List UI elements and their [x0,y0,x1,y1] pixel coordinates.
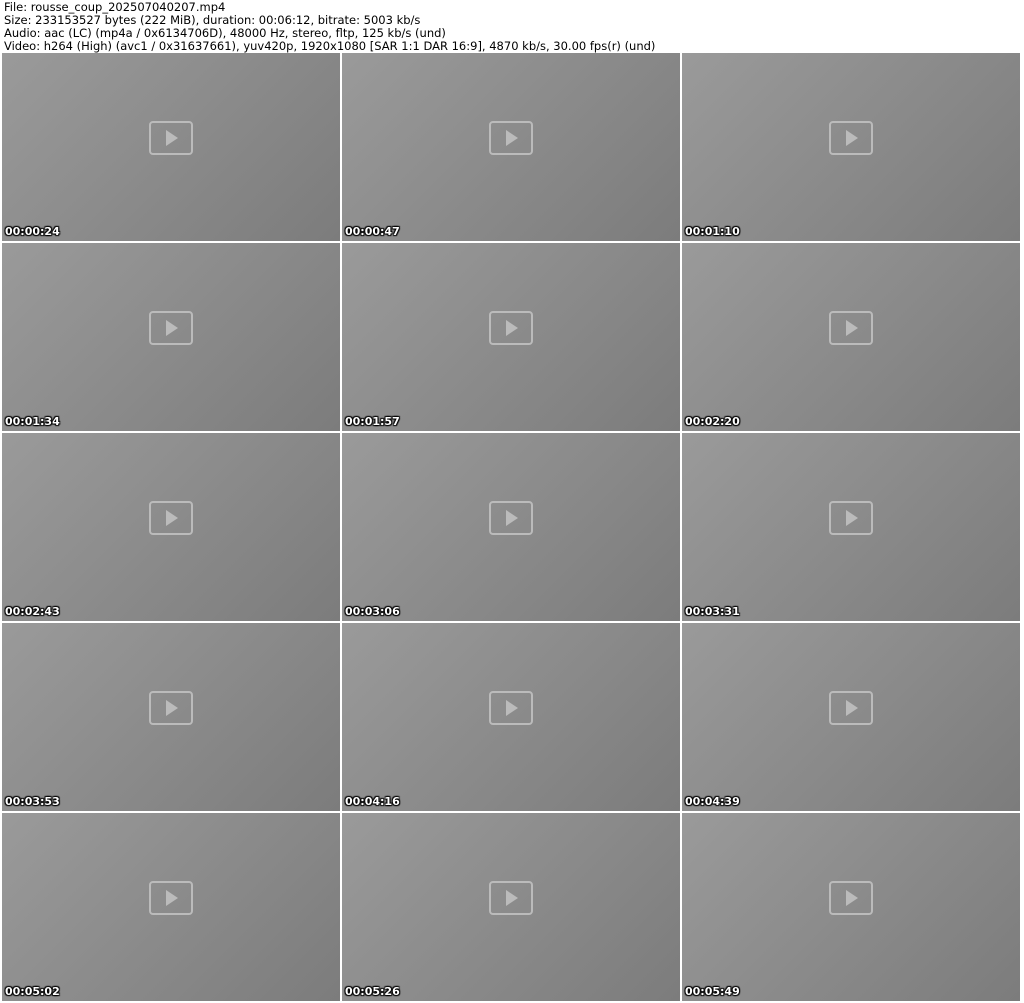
video-thumbnail: 00:00:47 [342,53,680,241]
thumbnail-timestamp: 00:02:20 [685,415,740,428]
video-frame-placeholder-icon [829,500,873,535]
thumbnail-timestamp: 00:05:02 [5,985,60,998]
video-thumbnail: 00:03:06 [342,433,680,621]
video-thumbnail: 00:05:49 [682,813,1020,1001]
thumbnail-timestamp: 00:05:49 [685,985,740,998]
thumbnail-timestamp: 00:01:10 [685,225,740,238]
thumbnail-timestamp: 00:00:24 [5,225,60,238]
video-thumbnail: 00:00:24 [2,53,340,241]
video-frame-placeholder-icon [149,310,193,345]
thumbnail-timestamp: 00:05:26 [345,985,400,998]
video-thumbnail: 00:03:31 [682,433,1020,621]
thumbnail-timestamp: 00:04:39 [685,795,740,808]
thumbnail-grid: 00:00:24 00:00:47 00:01:10 00:01:34 00:01:57… [2,53,1022,1001]
video-thumbnail: 00:02:20 [682,243,1020,431]
video-frame-placeholder-icon [149,120,193,155]
video-frame-placeholder-icon [489,500,533,535]
video-frame-placeholder-icon [149,690,193,725]
video-frame-placeholder-icon [149,880,193,915]
video-thumbnail: 00:01:10 [682,53,1020,241]
video-frame-placeholder-icon [489,120,533,155]
video-info: Video: h264 (High) (avc1 / 0x31637661), … [4,39,656,53]
video-frame-placeholder-icon [829,310,873,345]
thumbnail-timestamp: 00:04:16 [345,795,400,808]
video-frame-placeholder-icon [489,690,533,725]
video-thumbnail: 00:01:34 [2,243,340,431]
thumbnail-timestamp: 00:01:34 [5,415,60,428]
video-thumbnail: 00:05:02 [2,813,340,1001]
video-thumbnail: 00:04:16 [342,623,680,811]
file-info-header: File: rousse_coup_202507040207.mp4 Size:… [4,1,655,53]
thumbnail-timestamp: 00:01:57 [345,415,400,428]
thumbnail-timestamp: 00:03:53 [5,795,60,808]
video-frame-placeholder-icon [489,310,533,345]
video-thumbnail: 00:05:26 [342,813,680,1001]
video-thumbnail: 00:02:43 [2,433,340,621]
video-frame-placeholder-icon [829,880,873,915]
video-frame-placeholder-icon [149,500,193,535]
video-thumbnail: 00:04:39 [682,623,1020,811]
video-frame-placeholder-icon [489,880,533,915]
video-frame-placeholder-icon [829,120,873,155]
video-thumbnail: 00:03:53 [2,623,340,811]
video-thumbnail: 00:01:57 [342,243,680,431]
video-frame-placeholder-icon [829,690,873,725]
thumbnail-timestamp: 00:03:06 [345,605,400,618]
thumbnail-timestamp: 00:03:31 [685,605,740,618]
thumbnail-timestamp: 00:00:47 [345,225,400,238]
thumbnail-timestamp: 00:02:43 [5,605,60,618]
